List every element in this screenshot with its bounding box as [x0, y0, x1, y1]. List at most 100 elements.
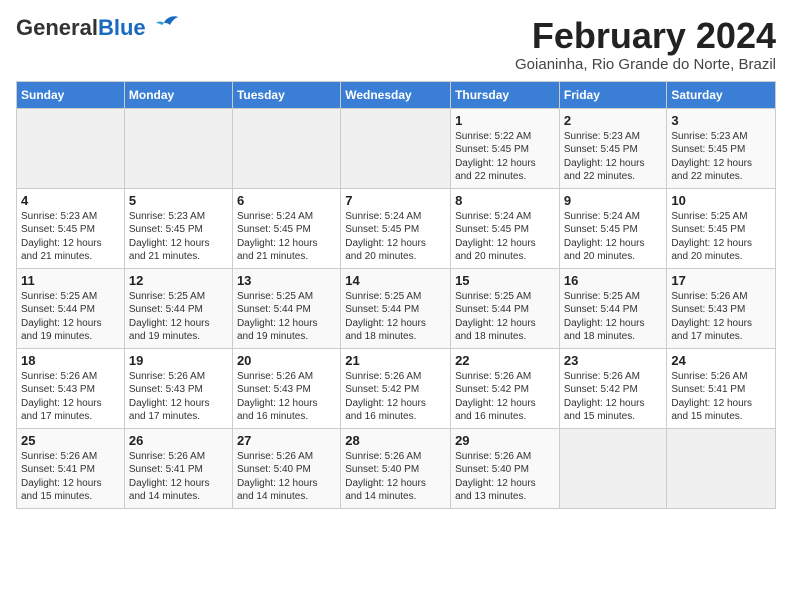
- calendar-cell: 10 Sunrise: 5:25 AM Sunset: 5:45 PM Dayli…: [667, 188, 776, 268]
- day-number: 3: [671, 113, 771, 128]
- day-info: Sunrise: 5:23 AM Sunset: 5:45 PM Dayligh…: [671, 130, 771, 184]
- header: GeneralBlue February 2024 Goianinha, Rio…: [16, 16, 776, 73]
- calendar-week-row: 1 Sunrise: 5:22 AM Sunset: 5:45 PM Daylig…: [17, 108, 776, 188]
- calendar-cell: 2 Sunrise: 5:23 AM Sunset: 5:45 PM Daylig…: [559, 108, 667, 188]
- weekday-header-thursday: Thursday: [451, 81, 560, 108]
- logo-bird-icon: [148, 13, 180, 35]
- day-number: 21: [345, 353, 446, 368]
- day-info: Sunrise: 5:26 AM Sunset: 5:43 PM Dayligh…: [129, 370, 228, 424]
- calendar-week-row: 18 Sunrise: 5:26 AM Sunset: 5:43 PM Dayli…: [17, 348, 776, 428]
- calendar-cell: 1 Sunrise: 5:22 AM Sunset: 5:45 PM Daylig…: [451, 108, 560, 188]
- weekday-header-friday: Friday: [559, 81, 667, 108]
- weekday-header-saturday: Saturday: [667, 81, 776, 108]
- day-number: 18: [21, 353, 120, 368]
- calendar-cell: [232, 108, 340, 188]
- day-number: 10: [671, 193, 771, 208]
- day-number: 22: [455, 353, 555, 368]
- day-info: Sunrise: 5:23 AM Sunset: 5:45 PM Dayligh…: [564, 130, 663, 184]
- day-info: Sunrise: 5:26 AM Sunset: 5:40 PM Dayligh…: [345, 450, 446, 504]
- day-info: Sunrise: 5:26 AM Sunset: 5:43 PM Dayligh…: [671, 290, 771, 344]
- calendar-cell: 5Sunrise: 5:23 AM Sunset: 5:45 PM Daylig…: [124, 188, 232, 268]
- day-info: Sunrise: 5:24 AM Sunset: 5:45 PM Dayligh…: [345, 210, 446, 264]
- day-number: 16: [564, 273, 663, 288]
- day-info: Sunrise: 5:26 AM Sunset: 5:42 PM Dayligh…: [345, 370, 446, 424]
- calendar-cell: 26 Sunrise: 5:26 AM Sunset: 5:41 PM Dayli…: [124, 428, 232, 508]
- day-info: Sunrise: 5:25 AM Sunset: 5:44 PM Dayligh…: [21, 290, 120, 344]
- day-number: 11: [21, 273, 120, 288]
- calendar-cell: 6 Sunrise: 5:24 AM Sunset: 5:45 PM Daylig…: [232, 188, 340, 268]
- day-number: 15: [455, 273, 555, 288]
- day-number: 20: [237, 353, 336, 368]
- day-info: Sunrise: 5:24 AM Sunset: 5:45 PM Dayligh…: [237, 210, 336, 264]
- location: Goianinha, Rio Grande do Norte, Brazil: [515, 56, 776, 73]
- logo-blue: Blue: [98, 15, 146, 40]
- day-info: Sunrise: 5:26 AM Sunset: 5:40 PM Dayligh…: [237, 450, 336, 504]
- day-info: Sunrise: 5:25 AM Sunset: 5:44 PM Dayligh…: [345, 290, 446, 344]
- day-info: Sunrise: 5:24 AM Sunset: 5:45 PM Dayligh…: [564, 210, 663, 264]
- day-number: 14: [345, 273, 446, 288]
- calendar-cell: 22 Sunrise: 5:26 AM Sunset: 5:42 PM Dayli…: [451, 348, 560, 428]
- calendar-week-row: 11 Sunrise: 5:25 AM Sunset: 5:44 PM Dayli…: [17, 268, 776, 348]
- title-area: February 2024 Goianinha, Rio Grande do N…: [515, 16, 776, 73]
- day-info: Sunrise: 5:22 AM Sunset: 5:45 PM Dayligh…: [455, 130, 555, 184]
- day-number: 6: [237, 193, 336, 208]
- calendar-cell: 27Sunrise: 5:26 AM Sunset: 5:40 PM Dayli…: [232, 428, 340, 508]
- calendar-table: SundayMondayTuesdayWednesdayThursdayFrid…: [16, 81, 776, 509]
- day-number: 19: [129, 353, 228, 368]
- calendar-cell: 29 Sunrise: 5:26 AM Sunset: 5:40 PM Dayli…: [451, 428, 560, 508]
- day-info: Sunrise: 5:25 AM Sunset: 5:45 PM Dayligh…: [671, 210, 771, 264]
- calendar-cell: 8 Sunrise: 5:24 AM Sunset: 5:45 PM Daylig…: [451, 188, 560, 268]
- calendar-cell: 11 Sunrise: 5:25 AM Sunset: 5:44 PM Dayli…: [17, 268, 125, 348]
- day-info: Sunrise: 5:26 AM Sunset: 5:43 PM Dayligh…: [21, 370, 120, 424]
- calendar-cell: 21 Sunrise: 5:26 AM Sunset: 5:42 PM Dayli…: [341, 348, 451, 428]
- calendar-cell: 12 Sunrise: 5:25 AM Sunset: 5:44 PM Dayli…: [124, 268, 232, 348]
- calendar-cell: [17, 108, 125, 188]
- day-number: 23: [564, 353, 663, 368]
- day-info: Sunrise: 5:23 AM Sunset: 5:45 PM Dayligh…: [21, 210, 120, 264]
- day-number: 4: [21, 193, 120, 208]
- day-info: Sunrise: 5:26 AM Sunset: 5:42 PM Dayligh…: [455, 370, 555, 424]
- day-info: Sunrise: 5:26 AM Sunset: 5:41 PM Dayligh…: [129, 450, 228, 504]
- calendar-cell: 16 Sunrise: 5:25 AM Sunset: 5:44 PM Dayli…: [559, 268, 667, 348]
- calendar-cell: 18 Sunrise: 5:26 AM Sunset: 5:43 PM Dayli…: [17, 348, 125, 428]
- day-info: Sunrise: 5:25 AM Sunset: 5:44 PM Dayligh…: [455, 290, 555, 344]
- calendar-cell: 20 Sunrise: 5:26 AM Sunset: 5:43 PM Dayli…: [232, 348, 340, 428]
- day-number: 8: [455, 193, 555, 208]
- weekday-header-row: SundayMondayTuesdayWednesdayThursdayFrid…: [17, 81, 776, 108]
- day-info: Sunrise: 5:26 AM Sunset: 5:41 PM Dayligh…: [671, 370, 771, 424]
- day-number: 24: [671, 353, 771, 368]
- calendar-week-row: 25Sunrise: 5:26 AM Sunset: 5:41 PM Dayli…: [17, 428, 776, 508]
- calendar-week-row: 4 Sunrise: 5:23 AM Sunset: 5:45 PM Daylig…: [17, 188, 776, 268]
- month-year: February 2024: [515, 16, 776, 56]
- calendar-cell: [559, 428, 667, 508]
- calendar-cell: 3 Sunrise: 5:23 AM Sunset: 5:45 PM Daylig…: [667, 108, 776, 188]
- day-number: 2: [564, 113, 663, 128]
- calendar-cell: 14 Sunrise: 5:25 AM Sunset: 5:44 PM Dayli…: [341, 268, 451, 348]
- day-number: 5: [129, 193, 228, 208]
- day-number: 7: [345, 193, 446, 208]
- day-info: Sunrise: 5:24 AM Sunset: 5:45 PM Dayligh…: [455, 210, 555, 264]
- calendar-cell: 7 Sunrise: 5:24 AM Sunset: 5:45 PM Daylig…: [341, 188, 451, 268]
- calendar-cell: 23 Sunrise: 5:26 AM Sunset: 5:42 PM Dayli…: [559, 348, 667, 428]
- calendar-cell: [341, 108, 451, 188]
- day-number: 12: [129, 273, 228, 288]
- day-number: 26: [129, 433, 228, 448]
- calendar-cell: 15 Sunrise: 5:25 AM Sunset: 5:44 PM Dayli…: [451, 268, 560, 348]
- calendar-cell: 28Sunrise: 5:26 AM Sunset: 5:40 PM Dayli…: [341, 428, 451, 508]
- day-info: Sunrise: 5:25 AM Sunset: 5:44 PM Dayligh…: [129, 290, 228, 344]
- weekday-header-monday: Monday: [124, 81, 232, 108]
- day-number: 29: [455, 433, 555, 448]
- weekday-header-wednesday: Wednesday: [341, 81, 451, 108]
- day-number: 17: [671, 273, 771, 288]
- day-info: Sunrise: 5:25 AM Sunset: 5:44 PM Dayligh…: [564, 290, 663, 344]
- day-info: Sunrise: 5:25 AM Sunset: 5:44 PM Dayligh…: [237, 290, 336, 344]
- logo: GeneralBlue: [16, 16, 180, 40]
- calendar-cell: [124, 108, 232, 188]
- day-info: Sunrise: 5:26 AM Sunset: 5:43 PM Dayligh…: [237, 370, 336, 424]
- calendar-cell: 13Sunrise: 5:25 AM Sunset: 5:44 PM Dayli…: [232, 268, 340, 348]
- day-number: 1: [455, 113, 555, 128]
- day-info: Sunrise: 5:26 AM Sunset: 5:42 PM Dayligh…: [564, 370, 663, 424]
- day-number: 9: [564, 193, 663, 208]
- day-info: Sunrise: 5:26 AM Sunset: 5:40 PM Dayligh…: [455, 450, 555, 504]
- calendar-cell: 24 Sunrise: 5:26 AM Sunset: 5:41 PM Dayli…: [667, 348, 776, 428]
